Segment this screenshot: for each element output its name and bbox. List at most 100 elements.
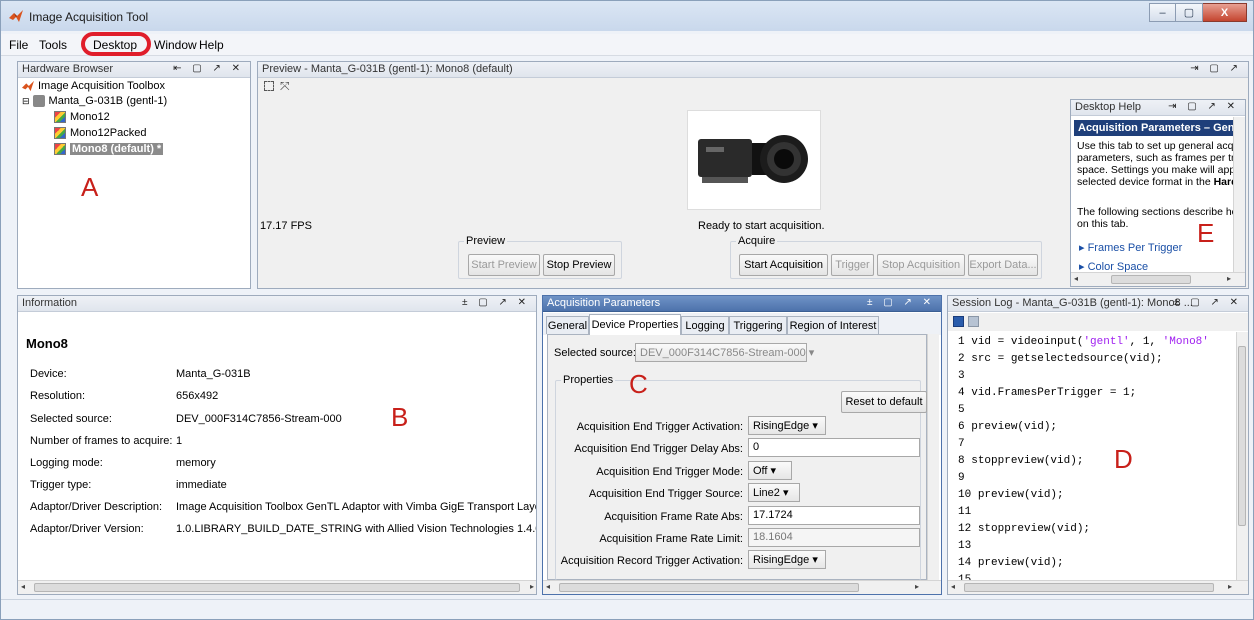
maximize-button[interactable]: ▢ — [1176, 3, 1203, 22]
minimize-button[interactable]: – — [1149, 3, 1176, 22]
app-window: Image Acquisition Tool – ▢ X File Tools … — [0, 0, 1254, 620]
export-data-button[interactable]: Export Data... — [968, 254, 1038, 276]
tab-triggering[interactable]: Triggering — [729, 316, 787, 334]
menu-help[interactable]: Help — [199, 38, 224, 52]
line-number: 14 — [958, 557, 972, 569]
scroll-left-icon[interactable]: ◂ — [546, 582, 550, 591]
scroll-thumb[interactable] — [1238, 346, 1246, 526]
menu-tools[interactable]: Tools — [39, 38, 67, 52]
format-icon — [54, 127, 66, 139]
start-acquisition-button[interactable]: Start Acquisition — [739, 254, 828, 276]
frame-rate-limit-field: 18.1604 — [748, 528, 920, 547]
help-horizontal-scrollbar[interactable]: ◂ ▸ — [1071, 272, 1245, 286]
prop-label: Acquisition Frame Rate Abs: — [604, 511, 743, 523]
tree-format-mono12[interactable]: Mono12 — [54, 111, 110, 123]
annotation-e: E — [1197, 218, 1215, 248]
frame-rate-abs-field[interactable]: 17.1724 — [748, 506, 920, 525]
tab-device-properties[interactable]: Device Properties — [589, 314, 681, 335]
annotation-d: D — [1114, 444, 1133, 474]
fps-readout: 17.17 FPS — [260, 220, 312, 232]
scroll-left-icon[interactable]: ◂ — [21, 582, 25, 591]
info-key: Trigger type: — [30, 479, 92, 491]
panel-controls[interactable]: ⇤ ▢ ↗ ✕ — [173, 63, 244, 74]
camera-preview-image — [687, 110, 821, 210]
tab-logging[interactable]: Logging — [681, 316, 729, 334]
code-text: , 1, — [1129, 336, 1163, 348]
annotation-c: C — [629, 369, 648, 399]
save-icon[interactable] — [953, 316, 964, 327]
scroll-right-icon[interactable]: ▸ — [915, 582, 919, 591]
stop-preview-button[interactable]: Stop Preview — [543, 254, 615, 276]
scroll-left-icon[interactable]: ◂ — [951, 582, 955, 591]
end-trigger-mode-dropdown[interactable]: Off ▾ — [748, 461, 792, 480]
select-region-icon[interactable] — [264, 81, 274, 91]
tree-format-mono12packed[interactable]: Mono12Packed — [54, 127, 146, 139]
line-number: 13 — [958, 540, 972, 552]
tree-format-mono8[interactable]: Mono8 (default) * — [54, 143, 164, 155]
help-link-frames-per-trigger[interactable]: ▸ Frames Per Trigger — [1079, 241, 1182, 254]
hardware-browser-header: Hardware Browser ⇤ ▢ ↗ ✕ — [18, 62, 250, 78]
close-button[interactable]: X — [1203, 3, 1247, 22]
trigger-button[interactable]: Trigger — [831, 254, 874, 276]
record-trigger-activation-dropdown[interactable]: RisingEdge ▾ — [748, 550, 826, 569]
panel-controls[interactable]: ⇥ ▢ ↗ ✕ — [1168, 101, 1239, 112]
stop-acquisition-button[interactable]: Stop Acquisition — [877, 254, 965, 276]
tab-general[interactable]: General — [546, 316, 589, 334]
tree-root[interactable]: Image Acquisition Toolbox — [22, 80, 165, 92]
end-trigger-delay-field[interactable]: 0 — [748, 438, 920, 457]
code-line: 11 — [958, 506, 971, 518]
scroll-thumb[interactable] — [559, 583, 859, 592]
scroll-thumb[interactable] — [964, 583, 1214, 592]
log-vertical-scrollbar[interactable] — [1236, 332, 1248, 582]
fullscreen-icon[interactable]: ⤧ — [280, 79, 290, 94]
scroll-right-icon[interactable]: ▸ — [1228, 582, 1232, 591]
tree-format-label: Mono12Packed — [70, 127, 147, 139]
expand-arrow-icon: ▸ — [1079, 242, 1088, 254]
scroll-right-icon[interactable]: ▸ — [530, 582, 534, 591]
panel-controls[interactable]: ⇥ ▢ ↗ — [1190, 63, 1242, 74]
panel-controls[interactable]: ± ▢ ↗ ✕ — [1174, 297, 1242, 308]
params-horizontal-scrollbar[interactable]: ◂ ▸ — [543, 580, 941, 594]
window-controls: – ▢ X — [1149, 3, 1247, 23]
log-horizontal-scrollbar[interactable]: ◂ ▸ — [948, 580, 1248, 594]
help-line: Use this tab to set up general acquisiti — [1077, 140, 1233, 152]
copy-icon[interactable] — [968, 316, 979, 327]
menu-window[interactable]: Window — [154, 38, 197, 52]
session-log-code[interactable]: 1 vid = videoinput('gentl', 1, 'Mono8' 2… — [948, 332, 1238, 586]
line-number: 8 — [958, 455, 965, 467]
help-paragraph-1: Use this tab to set up general acquisiti… — [1077, 140, 1233, 188]
end-trigger-activation-dropdown[interactable]: RisingEdge ▾ — [748, 416, 826, 435]
info-value: memory — [176, 457, 216, 469]
scroll-right-icon[interactable]: ▸ — [1227, 274, 1231, 283]
scroll-thumb[interactable] — [1111, 275, 1191, 284]
code-string: 'Mono8' — [1162, 336, 1209, 348]
information-heading: Mono8 — [26, 336, 68, 351]
collapse-icon[interactable]: ⊟ — [22, 96, 30, 107]
scroll-left-icon[interactable]: ◂ — [1074, 274, 1078, 283]
menu-file[interactable]: File — [9, 38, 28, 52]
start-preview-button[interactable]: Start Preview — [468, 254, 540, 276]
acquisition-parameters-header: Acquisition Parameters ± ▢ ↗ ✕ — [543, 296, 941, 312]
selected-source-label: Selected source: — [554, 347, 636, 359]
reset-to-default-button[interactable]: Reset to default — [841, 391, 927, 413]
info-value: Image Acquisition Toolbox GenTL Adaptor … — [176, 501, 537, 513]
tab-region-of-interest[interactable]: Region of Interest — [787, 316, 879, 334]
info-value: 656x492 — [176, 390, 219, 402]
preview-title: Preview - Manta_G-031B (gentl-1): Mono8 … — [262, 63, 513, 75]
help-link-label: Frames Per Trigger — [1087, 242, 1183, 254]
line-number: 3 — [958, 370, 965, 382]
help-vertical-scrollbar[interactable] — [1233, 117, 1245, 274]
end-trigger-source-dropdown[interactable]: Line2 ▾ — [748, 483, 800, 502]
info-value: 1.0.LIBRARY_BUILD_DATE_STRING with Allie… — [176, 523, 537, 535]
tree-device[interactable]: ⊟ Manta_G-031B (gentl-1) — [22, 95, 167, 107]
panel-controls[interactable]: ± ▢ ↗ ✕ — [462, 297, 530, 308]
params-vertical-scrollbar[interactable] — [927, 334, 939, 580]
session-log-toolbar — [948, 313, 1248, 331]
info-horizontal-scrollbar[interactable]: ◂ ▸ — [18, 580, 536, 594]
line-number: 10 — [958, 489, 972, 501]
window-title: Image Acquisition Tool — [29, 10, 149, 24]
desktop-help-header: Desktop Help ⇥ ▢ ↗ ✕ — [1071, 100, 1245, 116]
panel-controls[interactable]: ± ▢ ↗ ✕ — [867, 297, 935, 308]
selected-source-dropdown[interactable]: DEV_000F314C7856-Stream-000 ▾ — [635, 343, 814, 362]
scroll-thumb[interactable] — [34, 583, 520, 592]
